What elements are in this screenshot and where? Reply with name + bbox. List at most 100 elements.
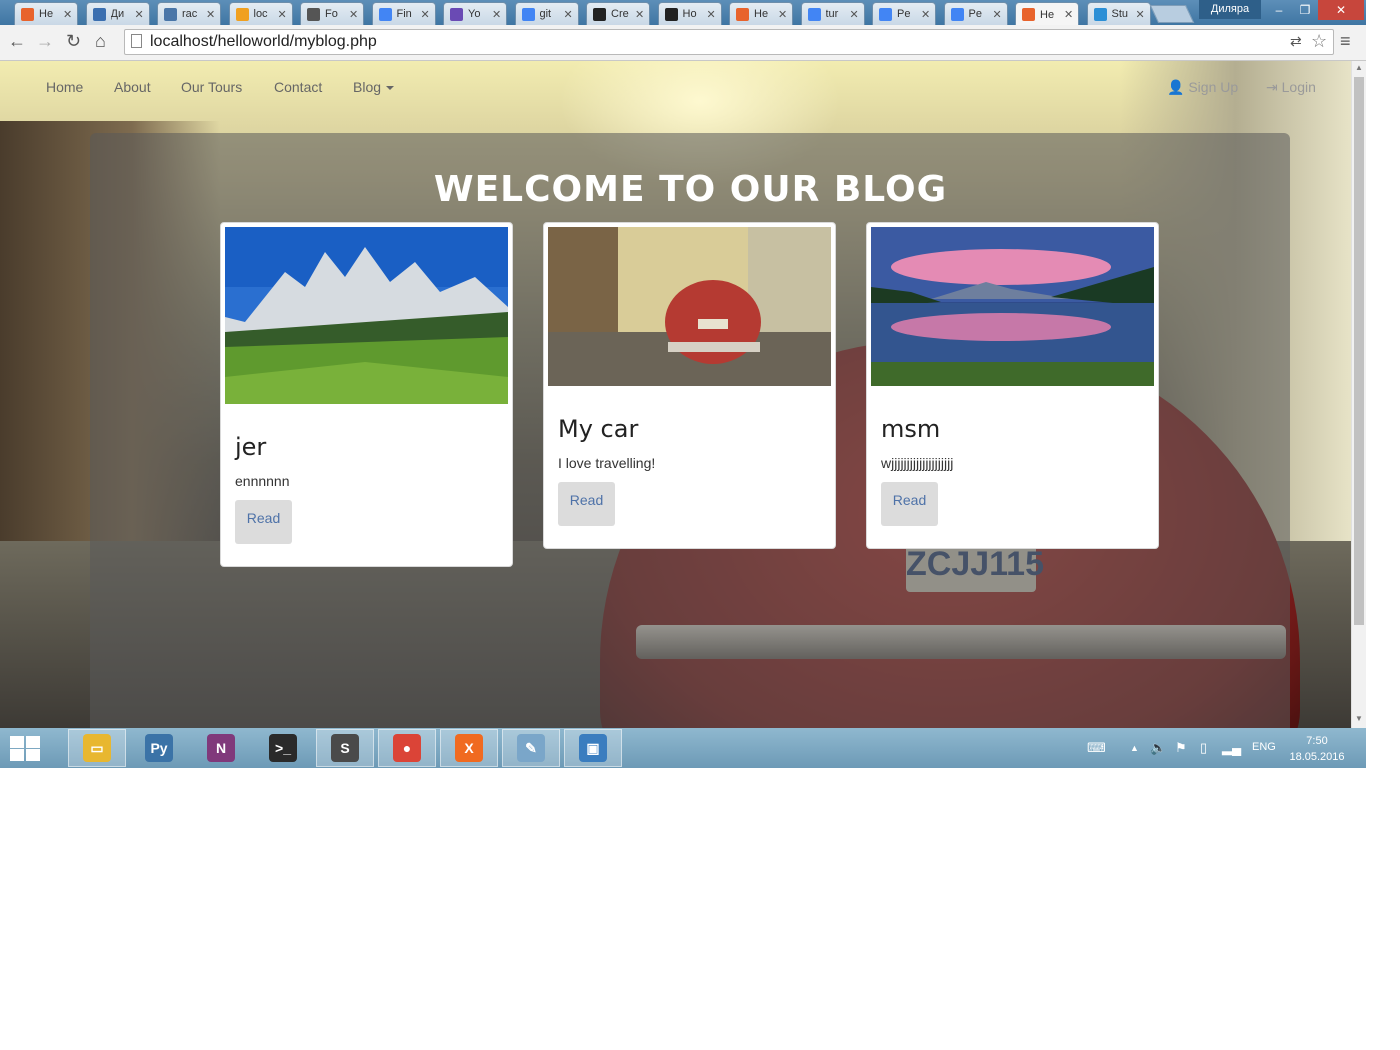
browser-tab[interactable]: Ди ✕ [85,2,150,25]
language-indicator[interactable]: ENG [1252,741,1276,753]
docs-icon [378,7,392,21]
taskbar-photo-viewer[interactable]: ▣ [564,729,622,767]
tab-close-icon[interactable]: ✕ [349,8,358,21]
back-arrow-icon[interactable]: ← [8,31,26,52]
tab-close-icon[interactable]: ✕ [778,8,787,21]
tab-title: tur [825,8,839,20]
nav-sign-up[interactable]: 👤 Sign Up [1167,79,1238,96]
tab-close-icon[interactable]: ✕ [707,8,716,21]
browser-tab[interactable]: rac ✕ [157,2,221,25]
taskbar-xampp[interactable]: X [440,729,498,767]
stackoverflow-icon [1093,7,1107,21]
scroll-up-arrow-icon[interactable]: ▲ [1355,63,1363,72]
scroll-down-arrow-icon[interactable]: ▼ [1355,714,1363,723]
xampp-icon [21,7,34,21]
post-title[interactable]: msm [881,415,940,443]
windows-logo-icon [10,736,24,748]
network-signal-icon[interactable]: ▂▄ [1222,740,1241,756]
browser-tab[interactable]: Pe ✕ [943,2,1008,25]
show-hidden-icons-icon[interactable]: ▲ [1130,743,1139,753]
taskbar-file-explorer[interactable]: ▭ [68,729,126,767]
menu-icon[interactable]: ≡ [1340,31,1351,52]
browser-tab[interactable]: Pe ✕ [872,2,936,25]
battery-icon[interactable]: ▯ [1200,740,1207,756]
xampp-icon [1022,8,1035,21]
bookmark-star-icon[interactable]: ☆ [1311,31,1327,52]
browser-tab[interactable]: tur ✕ [800,2,865,25]
nav-contact[interactable]: Contact [274,79,322,95]
volume-icon[interactable]: 🔈 [1150,740,1166,756]
browser-tab[interactable]: He ✕ [1015,2,1079,26]
scrollbar-thumb[interactable] [1354,77,1364,625]
browser-tab[interactable]: Fo ✕ [300,2,364,25]
url-text[interactable]: localhost/helloworld/myblog.php [150,33,377,51]
read-button[interactable]: Read [558,482,615,526]
address-bar[interactable]: localhost/helloworld/myblog.php ⇄ ☆ [124,29,1334,55]
browser-tab[interactable]: Cre ✕ [586,2,650,25]
taskbar-python[interactable]: Py [130,729,188,767]
post-image-mountain-meadow [225,227,508,404]
keyboard-icon[interactable]: ⌨ [1087,740,1106,756]
browser-tab[interactable]: loc ✕ [228,2,293,25]
start-button[interactable] [8,734,40,762]
nav-home[interactable]: Home [46,79,83,95]
post-image-red-beetle-car [548,227,831,386]
tab-close-icon[interactable]: ✕ [492,8,501,21]
read-button[interactable]: Read [235,500,292,544]
browser-toolbar: ← → ↻ ⌂ localhost/helloworld/myblog.php … [0,25,1366,61]
nav-sign-up-label: Sign Up [1188,79,1239,95]
browser-tab[interactable]: git ✕ [514,2,579,25]
tab-close-icon[interactable]: ✕ [635,8,644,21]
browser-tab[interactable]: Fin ✕ [371,2,436,25]
restore-button[interactable]: ❐ [1292,0,1318,20]
minimize-button[interactable]: – [1266,0,1292,20]
reload-icon[interactable]: ↻ [66,31,81,52]
tab-close-icon[interactable]: ✕ [421,8,430,21]
tab-close-icon[interactable]: ✕ [63,8,72,21]
tab-close-icon[interactable]: ✕ [850,8,859,21]
nav-our-tours[interactable]: Our Tours [181,79,242,95]
tab-close-icon[interactable]: ✕ [1064,8,1073,21]
translate-icon[interactable]: ⇄ [1290,33,1302,50]
browser-tab[interactable]: Ho ✕ [657,2,722,25]
browser-tab[interactable]: Yo ✕ [443,2,507,25]
taskbar-onenote[interactable]: N [192,729,250,767]
nav-login[interactable]: ⇥ Login [1266,79,1316,96]
tab-title: Fin [396,8,412,20]
windows-taskbar: ▭ Py N >_ S ● X ✎ ▣ ⌨ ▲ 🔈 ⚑ ▯ ▂▄ ENG 7:50 18.05.… [0,728,1366,768]
post-title[interactable]: jer [235,433,266,461]
tab-close-icon[interactable]: ✕ [564,8,573,21]
browser-tab[interactable]: Stu ✕ [1086,2,1151,25]
read-button[interactable]: Read [881,482,938,526]
browser-tab[interactable]: He ✕ [14,2,78,25]
action-center-flag-icon[interactable]: ⚑ [1175,740,1187,756]
paint-icon: ✎ [517,734,545,762]
post-text: wjjjjjjjjjjjjjjjjjjjj [881,455,954,471]
tab-close-icon[interactable]: ✕ [135,8,144,21]
blog-post-card: jer ennnnnn Read [220,222,513,567]
page-scrollbar[interactable]: ▲ ▼ [1351,61,1366,728]
post-title[interactable]: My car [558,415,638,443]
nav-about[interactable]: About [114,79,151,95]
tab-close-icon[interactable]: ✕ [278,8,287,21]
home-icon[interactable]: ⌂ [95,31,106,52]
tab-close-icon[interactable]: ✕ [993,8,1002,21]
tab-title: Stu [1111,8,1129,20]
new-tab-button[interactable] [1149,5,1195,23]
login-icon: ⇥ [1266,79,1278,95]
profile-badge[interactable]: Диляра [1199,0,1261,19]
page-title: WELCOME TO OUR BLOG [433,169,948,210]
forward-arrow-icon[interactable]: → [36,31,54,52]
tab-close-icon[interactable]: ✕ [1136,8,1145,21]
tab-close-icon[interactable]: ✕ [206,8,215,21]
tab-close-icon[interactable]: ✕ [921,8,930,21]
browser-tab[interactable]: He ✕ [729,2,793,25]
clock[interactable]: 7:50 18.05.2016 [1286,733,1348,765]
nav-blog-dropdown[interactable]: Blog [353,79,395,95]
taskbar-terminal[interactable]: >_ [254,729,312,767]
taskbar-sublime-text[interactable]: S [316,729,374,767]
taskbar-chrome[interactable]: ● [378,729,436,767]
tab-title: Cre [611,8,629,20]
taskbar-paint[interactable]: ✎ [502,729,560,767]
close-window-button[interactable]: ✕ [1318,0,1364,20]
